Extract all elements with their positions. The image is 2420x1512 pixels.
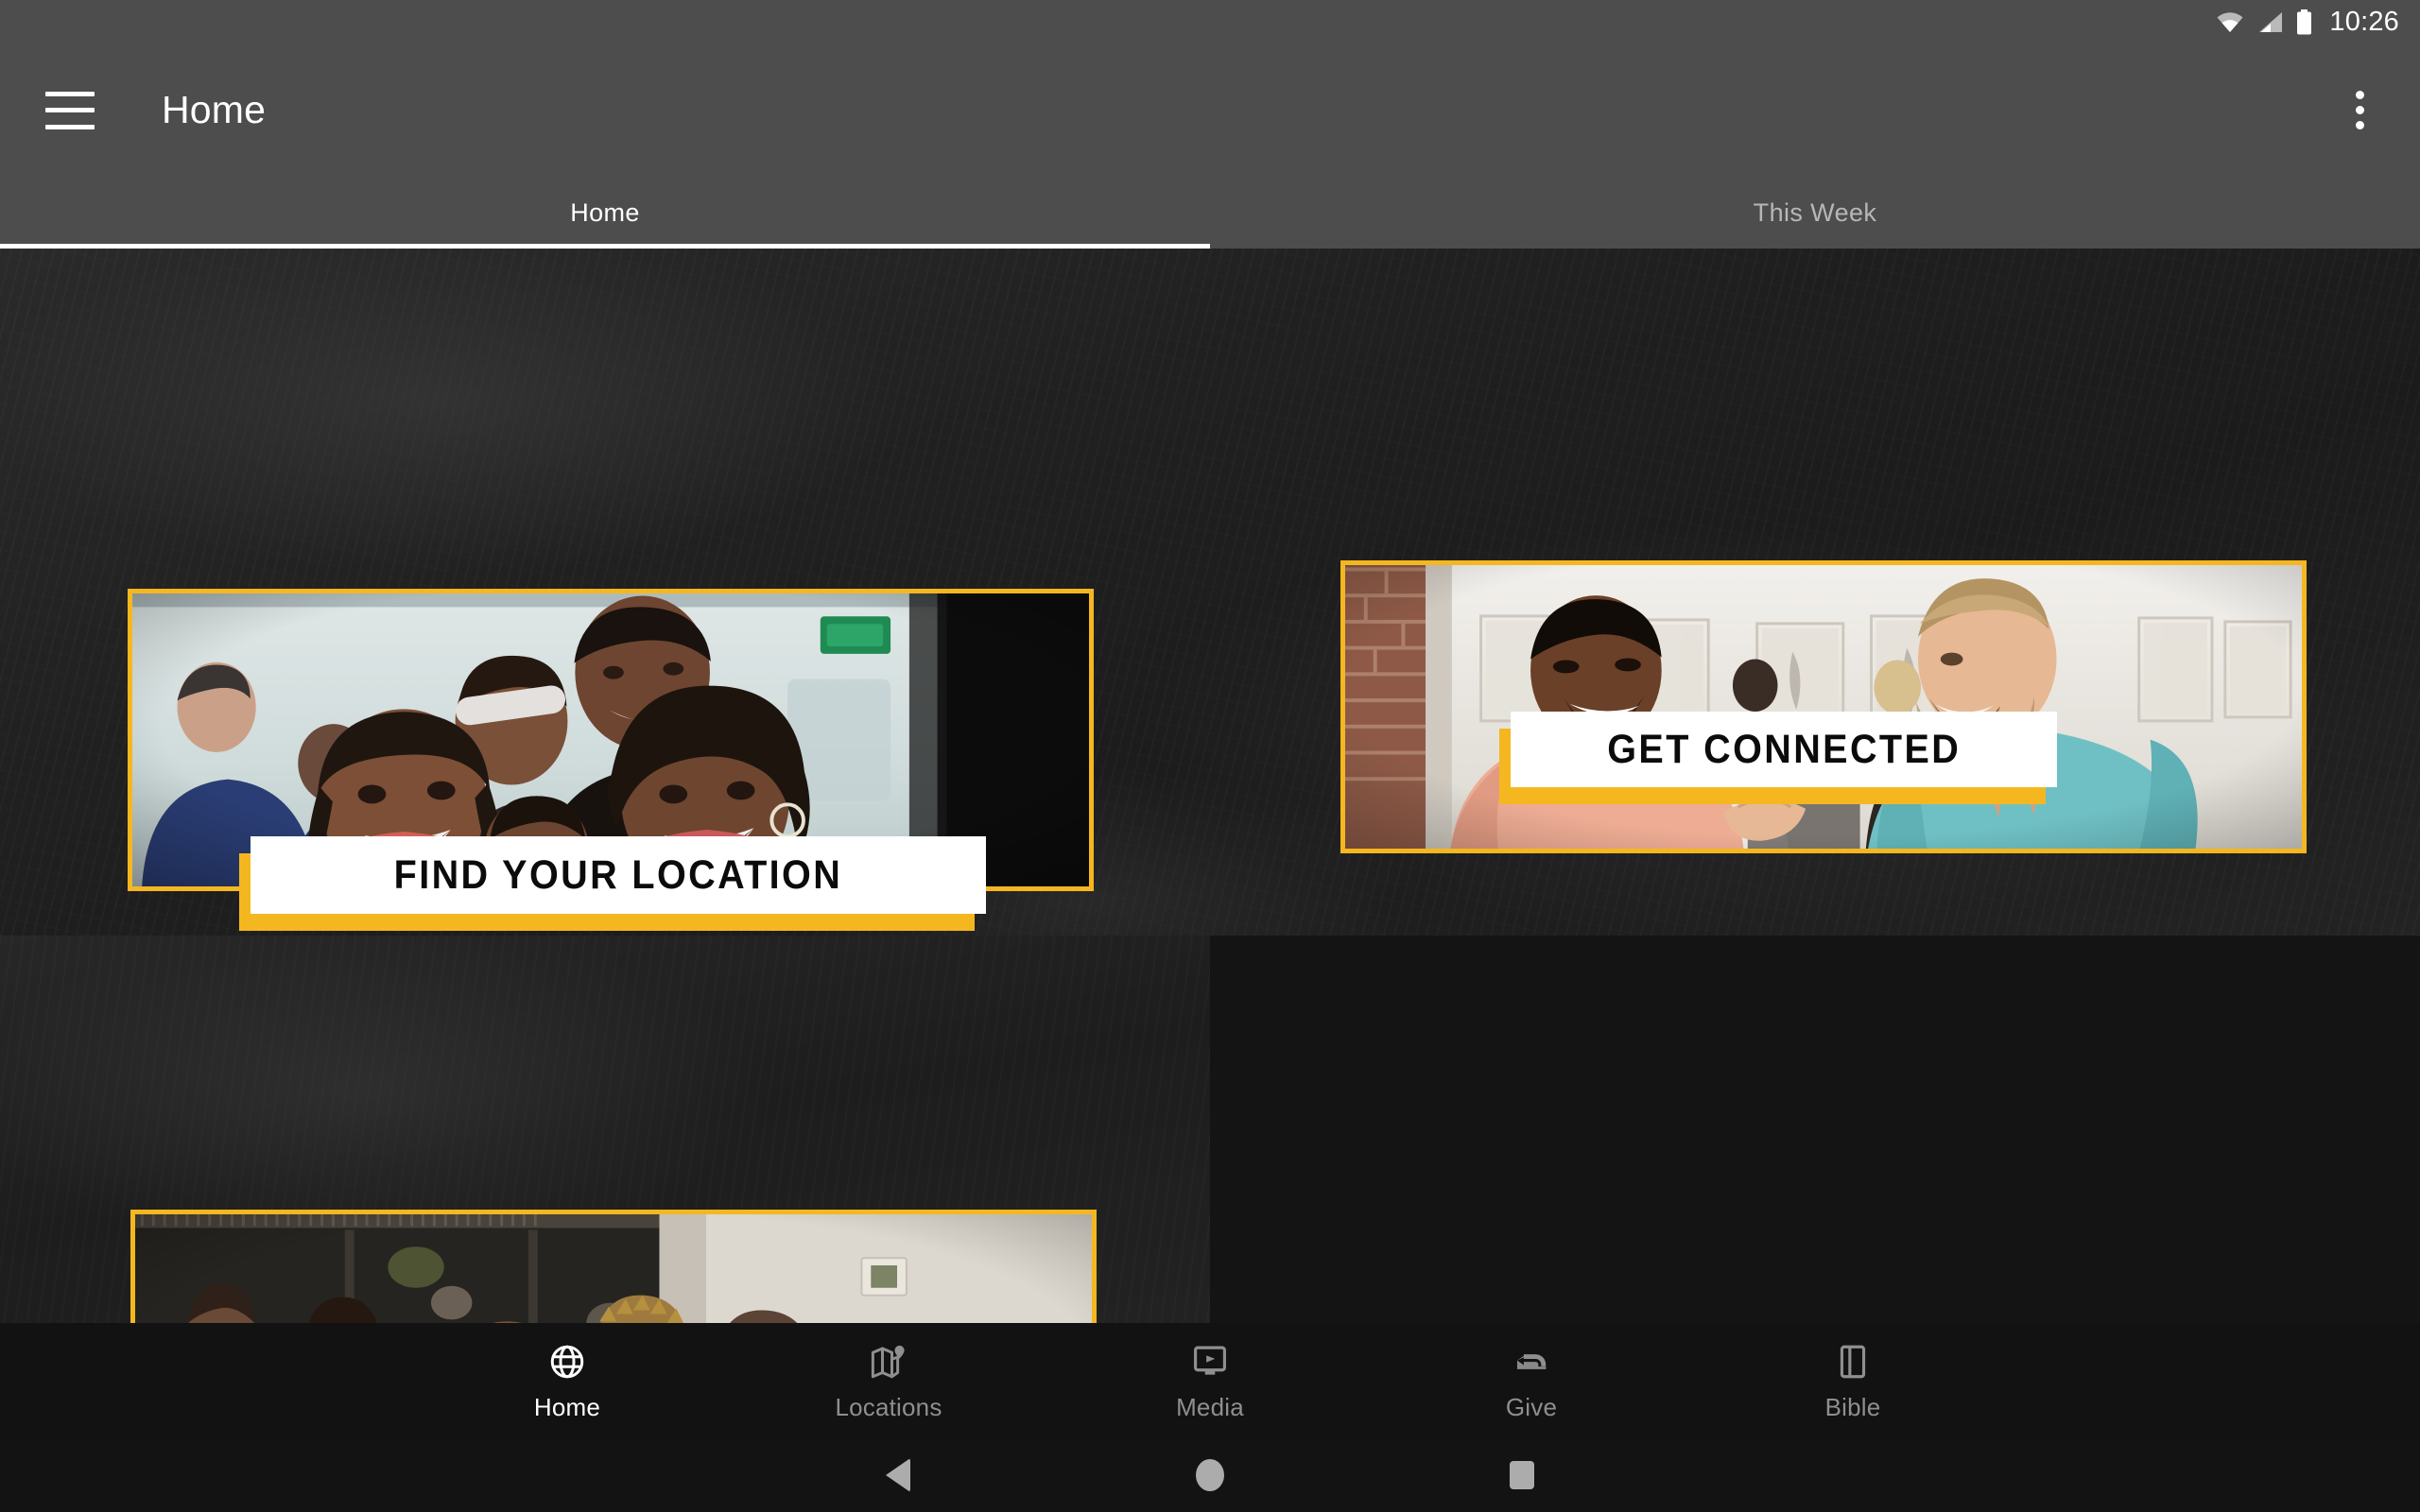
book-icon	[1833, 1340, 1873, 1383]
nav-item-media[interactable]: Media	[1049, 1323, 1371, 1438]
globe-icon	[547, 1340, 587, 1383]
card-get-connected[interactable]: GET CONNECTED	[1340, 560, 2307, 853]
tab-this-week[interactable]: This Week	[1210, 177, 2420, 249]
battery-icon	[2296, 9, 2312, 35]
nav-item-locations[interactable]: Locations	[728, 1323, 1049, 1438]
recents-square-icon	[1510, 1461, 1534, 1489]
card-frame	[130, 1210, 1097, 1323]
tab-home-label: Home	[570, 198, 640, 227]
tab-this-week-label: This Week	[1753, 198, 1877, 227]
recents-button[interactable]	[1366, 1461, 1678, 1489]
card-photo-two-men	[1345, 565, 2302, 849]
back-triangle-icon	[886, 1458, 910, 1492]
overflow-dot	[2355, 91, 2364, 99]
home-button[interactable]	[1054, 1459, 1366, 1491]
page-title: Home	[162, 88, 267, 131]
card-label-plaque: GET CONNECTED	[1499, 712, 2057, 804]
tab-bar: Home This Week	[0, 177, 2420, 249]
video-player-icon	[1190, 1340, 1230, 1383]
card-photo-crowd	[135, 1214, 1092, 1323]
app-bar: Home	[0, 43, 2420, 177]
hamburger-line	[45, 124, 95, 129]
overflow-dot	[2355, 121, 2364, 129]
nav-label-home: Home	[533, 1392, 601, 1421]
map-pin-icon	[869, 1340, 908, 1383]
android-system-navigation-bar	[0, 1438, 2420, 1512]
cellular-signal-icon	[2257, 11, 2283, 33]
overflow-dot	[2355, 106, 2364, 114]
plaque-white-box: GET CONNECTED	[1511, 712, 2057, 787]
overflow-menu-icon[interactable]	[2331, 82, 2388, 139]
nav-item-give[interactable]: Give	[1371, 1323, 1692, 1438]
nav-label-bible: Bible	[1824, 1392, 1881, 1421]
card-find-your-location[interactable]: FIND YOUR LOCATION	[128, 589, 1094, 931]
nav-label-media: Media	[1176, 1392, 1244, 1421]
card-event-crowd[interactable]	[130, 1210, 1097, 1323]
app-root: 10:26 Home Home This Week FIND YOUR LOCA…	[0, 0, 2420, 1512]
nav-label-give: Give	[1505, 1392, 1558, 1421]
tab-home[interactable]: Home	[0, 177, 1210, 249]
nav-item-home[interactable]: Home	[406, 1323, 728, 1438]
background-empty-right	[1210, 936, 2420, 1323]
hamburger-line	[45, 91, 95, 96]
bottom-navigation: Home Locations Media Give Bible	[0, 1323, 2420, 1438]
plaque-white-box: FIND YOUR LOCATION	[251, 836, 986, 914]
home-circle-icon	[1196, 1459, 1224, 1491]
card-label-find-your-location: FIND YOUR LOCATION	[393, 851, 843, 898]
status-bar: 10:26	[0, 0, 2420, 43]
hamburger-line	[45, 108, 95, 112]
card-label-plaque: FIND YOUR LOCATION	[239, 836, 986, 931]
hamburger-menu-icon[interactable]	[45, 91, 95, 129]
nav-label-locations: Locations	[835, 1392, 942, 1421]
status-time: 10:26	[2329, 6, 2399, 37]
card-label-get-connected: GET CONNECTED	[1607, 726, 1961, 772]
nav-item-bible[interactable]: Bible	[1692, 1323, 2014, 1438]
back-button[interactable]	[742, 1458, 1054, 1492]
card-frame	[1340, 560, 2307, 853]
wifi-icon	[2216, 11, 2244, 33]
open-hand-icon	[1512, 1340, 1551, 1383]
home-feed: FIND YOUR LOCATION GET CONNECTED	[0, 249, 2420, 1323]
